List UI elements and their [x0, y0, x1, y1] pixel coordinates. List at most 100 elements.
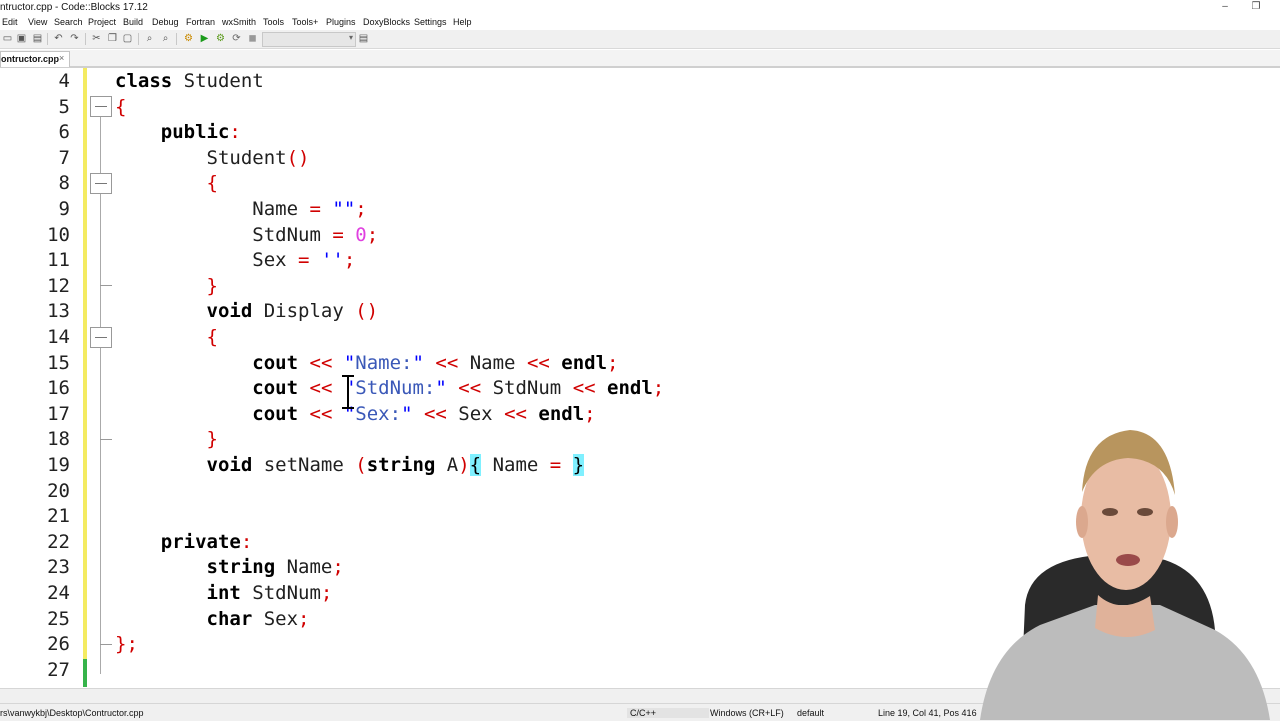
- menu-item-help[interactable]: Help: [453, 17, 472, 27]
- code-line[interactable]: 16 cout << "StdNum:" << StdNum << endl;: [0, 375, 1280, 401]
- menu-item-edit[interactable]: Edit: [2, 17, 18, 27]
- menu-item-debug[interactable]: Debug: [152, 17, 179, 27]
- code-line[interactable]: 6 public:: [0, 119, 1280, 145]
- line-number: 26: [47, 633, 70, 656]
- abort-icon[interactable]: ◼: [247, 33, 258, 44]
- toolbar: ▭ ▣ ▤ ↶ ↷ ✂ ❐ ▢ ⌕ ⌕ ⚙ ▶ ⚙ ⟳ ◼ ▾ ▤: [0, 30, 1280, 49]
- menu-item-plugins[interactable]: Plugins: [326, 17, 356, 27]
- code-text[interactable]: cout << "Name:" << Name << endl;: [115, 350, 618, 376]
- toolbar-separator: [47, 33, 48, 45]
- code-text[interactable]: void setName (string A){ Name = }: [115, 452, 585, 478]
- line-number: 24: [47, 582, 70, 604]
- menu-item-search[interactable]: Search: [54, 17, 83, 27]
- line-number: 11: [47, 249, 70, 272]
- undo-icon[interactable]: ↶: [53, 33, 64, 44]
- line-number: 25: [47, 607, 70, 630]
- save-icon[interactable]: ▣: [16, 33, 27, 44]
- line-number: 10: [47, 223, 70, 246]
- line-number: 14: [47, 326, 70, 348]
- menu-item-tools[interactable]: Tools: [263, 17, 284, 27]
- menu-item-wxsmith[interactable]: wxSmith: [222, 17, 256, 27]
- redo-icon[interactable]: ↷: [69, 33, 80, 44]
- build-gear-icon[interactable]: ⚙: [183, 33, 194, 44]
- code-text[interactable]: {: [115, 324, 218, 350]
- line-number: 9: [58, 198, 70, 220]
- code-text[interactable]: class Student: [115, 68, 264, 94]
- code-text[interactable]: Name = "";: [115, 196, 366, 222]
- copy-icon[interactable]: ❐: [107, 33, 118, 44]
- code-text[interactable]: cout << "Sex:" << Sex << endl;: [115, 401, 595, 427]
- code-text[interactable]: char Sex;: [115, 606, 310, 632]
- code-line[interactable]: 7 Student(): [0, 145, 1280, 171]
- line-number: 4: [58, 70, 70, 92]
- line-number: 21: [47, 505, 70, 528]
- code-text[interactable]: Student(): [115, 145, 310, 171]
- tab-contructor-cpp[interactable]: ontructor.cpp ×: [0, 51, 70, 67]
- open-file-icon[interactable]: ▭: [2, 33, 13, 44]
- chevron-down-icon: ▾: [348, 33, 353, 42]
- build-and-run-icon[interactable]: ⚙: [215, 33, 226, 44]
- line-number: 20: [47, 479, 70, 502]
- code-text[interactable]: StdNum = 0;: [115, 222, 378, 248]
- line-number: 6: [58, 121, 70, 144]
- code-line[interactable]: 4 class Student: [0, 68, 1280, 94]
- close-icon[interactable]: ×: [59, 53, 64, 63]
- text-cursor-icon: [341, 375, 355, 409]
- title-bar: ntructor.cpp - Code::Blocks 17.12 – ❐: [0, 0, 1280, 15]
- save-all-icon[interactable]: ▤: [32, 33, 43, 44]
- code-text[interactable]: string Name;: [115, 554, 344, 580]
- menu-item-view[interactable]: View: [28, 17, 47, 27]
- presenter-image: [980, 430, 1270, 720]
- code-text[interactable]: cout << "StdNum:" << StdNum << endl;: [115, 375, 664, 401]
- menu-item-fortran[interactable]: Fortran: [186, 17, 215, 27]
- code-line[interactable]: 9 Name = "";: [0, 196, 1280, 222]
- line-number: 16: [47, 377, 70, 400]
- code-text[interactable]: void Display (): [115, 298, 379, 324]
- code-line[interactable]: 11 Sex = '';: [0, 247, 1280, 273]
- code-line[interactable]: 13 void Display (): [0, 298, 1280, 324]
- code-line[interactable]: 15 cout << "Name:" << Name << endl;: [0, 350, 1280, 376]
- toolbar-separator: [138, 33, 139, 45]
- line-number: 18: [47, 428, 70, 451]
- line-number: 22: [47, 530, 70, 553]
- line-number: 23: [47, 556, 70, 579]
- build-target-select[interactable]: ▾: [262, 32, 356, 47]
- line-number: 27: [47, 658, 70, 681]
- menu-item-project[interactable]: Project: [88, 17, 116, 27]
- code-completion-icon[interactable]: ▤: [358, 33, 369, 44]
- replace-icon[interactable]: ⌕: [160, 33, 171, 44]
- menu-item-tools[interactable]: Tools+: [292, 17, 318, 27]
- line-number: 19: [47, 454, 70, 476]
- code-text[interactable]: {: [115, 170, 218, 196]
- tab-label: ontructor.cpp: [1, 54, 59, 64]
- code-text[interactable]: Sex = '';: [115, 247, 355, 273]
- minimize-button[interactable]: –: [1218, 1, 1232, 12]
- code-text[interactable]: }: [115, 273, 218, 299]
- menu-item-build[interactable]: Build: [123, 17, 143, 27]
- code-line[interactable]: 5{: [0, 94, 1280, 120]
- paste-icon[interactable]: ▢: [122, 33, 133, 44]
- run-icon[interactable]: ▶: [199, 33, 210, 44]
- code-line[interactable]: 8 {: [0, 170, 1280, 196]
- menu-item-doxyblocks[interactable]: DoxyBlocks: [363, 17, 410, 27]
- status-language: C/C++: [627, 708, 709, 718]
- line-number: 15: [47, 351, 70, 374]
- window-title: ntructor.cpp - Code::Blocks 17.12: [0, 2, 148, 13]
- code-text[interactable]: };: [115, 631, 138, 657]
- code-line[interactable]: 12 }: [0, 273, 1280, 299]
- code-text[interactable]: public:: [115, 119, 241, 145]
- cut-icon[interactable]: ✂: [91, 33, 102, 44]
- find-icon[interactable]: ⌕: [144, 33, 155, 44]
- code-line[interactable]: 14 {: [0, 324, 1280, 350]
- code-text[interactable]: {: [115, 94, 126, 120]
- restore-button[interactable]: ❐: [1249, 1, 1263, 12]
- menu-bar: Edit View Search Project Build Debug Fortran wx…: [0, 15, 1280, 30]
- code-line[interactable]: 10 StdNum = 0;: [0, 222, 1280, 248]
- code-text[interactable]: }: [115, 426, 218, 452]
- code-text[interactable]: private:: [115, 529, 253, 555]
- line-number: 13: [47, 300, 70, 323]
- rebuild-icon[interactable]: ⟳: [231, 33, 242, 44]
- menu-item-settings[interactable]: Settings: [414, 17, 447, 27]
- code-text[interactable]: int StdNum;: [115, 580, 333, 606]
- line-number: 17: [47, 402, 70, 425]
